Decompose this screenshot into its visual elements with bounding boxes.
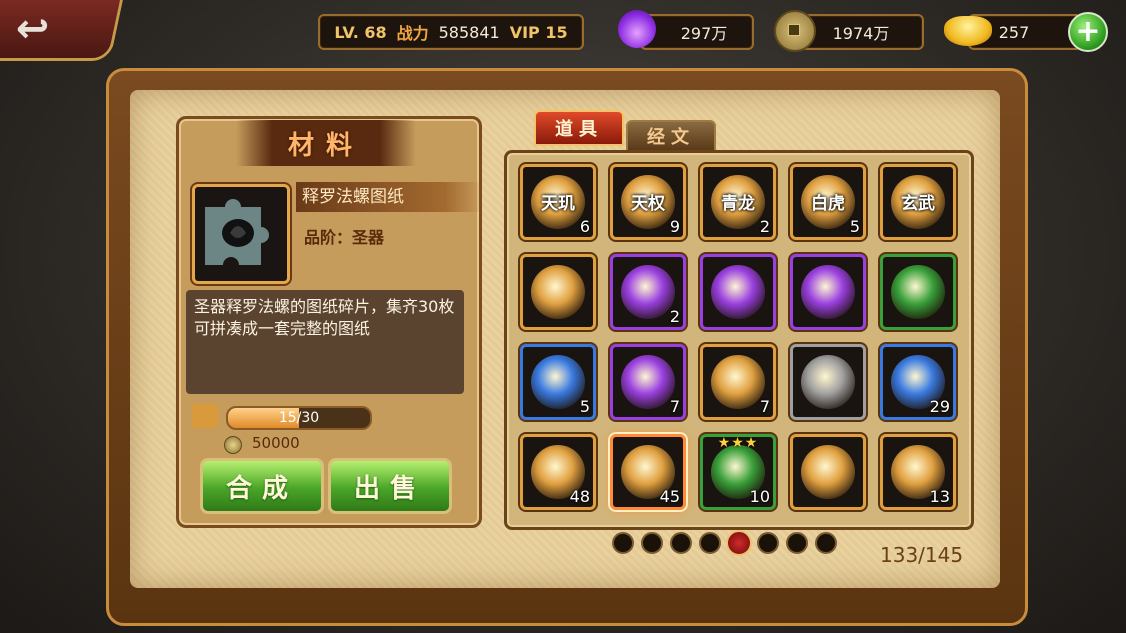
- inventory-slot[interactable]: 13: [880, 434, 956, 510]
- inventory-slot[interactable]: 天权 9: [610, 164, 686, 240]
- purple-lightning-gem-icon: [711, 265, 765, 319]
- page-dot[interactable]: [612, 532, 634, 554]
- compose-cost: 50000: [252, 434, 300, 452]
- item-count: 133/145: [880, 543, 964, 567]
- plus-icon: +: [1075, 14, 1101, 49]
- purple-orb-icon: [621, 355, 675, 409]
- puzzle-blade-icon: [801, 445, 855, 499]
- slot-label: 青龙: [721, 194, 755, 214]
- item-grade: 品阶：圣器: [304, 228, 385, 247]
- inventory-slot[interactable]: ★★★ 10: [700, 434, 776, 510]
- slot-count: 10: [749, 487, 770, 506]
- compose-button[interactable]: 合成: [200, 458, 324, 514]
- level-label: LV. 68: [334, 22, 387, 42]
- inventory-slot[interactable]: 29: [880, 344, 956, 420]
- back-arrow-icon: ↩: [15, 6, 50, 52]
- slot-count: 45: [659, 487, 680, 506]
- slot-label: 白虎: [811, 194, 845, 214]
- inventory-slot[interactable]: 玄武: [880, 164, 956, 240]
- inventory-slot[interactable]: [700, 254, 776, 330]
- inventory-slot[interactable]: 白虎 5: [790, 164, 866, 240]
- slot-label: 天玑: [541, 194, 575, 214]
- slot-count: 2: [669, 307, 680, 326]
- slot-count: 7: [759, 397, 770, 416]
- purple-diamond-gem-icon: [801, 265, 855, 319]
- green-orb-icon: [891, 265, 945, 319]
- inventory-slot[interactable]: 青龙 2: [700, 164, 776, 240]
- page-dot[interactable]: [757, 532, 779, 554]
- soul-value: 297万: [680, 24, 728, 43]
- inventory-slot[interactable]: [790, 254, 866, 330]
- inventory-slot[interactable]: [520, 254, 596, 330]
- inventory-slot[interactable]: 45: [610, 434, 686, 510]
- soul-flame-icon: [618, 10, 656, 48]
- soul-currency-box: 297万: [640, 14, 754, 50]
- panel-title: 材料: [236, 120, 416, 166]
- page-dot[interactable]: [726, 530, 752, 556]
- star-rune-icon: [531, 265, 585, 319]
- item-name: 释罗法螺图纸: [296, 182, 482, 212]
- star-rating: ★★★: [717, 435, 759, 451]
- slot-count: 7: [669, 397, 680, 416]
- slot-count: 13: [929, 487, 950, 506]
- coin-icon: [224, 436, 242, 454]
- gold-ingot-icon: [944, 16, 992, 46]
- page-dot[interactable]: [641, 532, 663, 554]
- puzzle-piece-icon: [192, 404, 218, 428]
- slot-count: 6: [579, 217, 590, 236]
- inventory-slot[interactable]: [880, 254, 956, 330]
- fire-orb-icon: [711, 355, 765, 409]
- slot-count: 5: [579, 397, 590, 416]
- puzzle-conch-icon: [205, 199, 269, 265]
- inventory-slot[interactable]: 2: [610, 254, 686, 330]
- inventory-slot[interactable]: 7: [700, 344, 776, 420]
- coin-value: 1974万: [832, 24, 890, 43]
- blue-orb-icon: [531, 355, 585, 409]
- inventory-slot[interactable]: 7: [610, 344, 686, 420]
- progress-text: 15/30: [278, 410, 320, 426]
- tab-scripts[interactable]: 经文: [626, 120, 716, 152]
- player-stats-bar: LV. 68 战力 585841 VIP 15: [318, 14, 584, 50]
- slot-label: 玄武: [901, 194, 935, 214]
- item-description: 圣器释罗法螺的图纸碎片，集齐30枚可拼凑成一套完整的图纸: [186, 290, 464, 394]
- page-dot[interactable]: [815, 532, 837, 554]
- dragon-orb-icon: [801, 355, 855, 409]
- slot-count: 29: [929, 397, 950, 416]
- copper-coin-icon: [774, 10, 816, 52]
- inventory-slot[interactable]: [790, 434, 866, 510]
- slot-count: 9: [669, 217, 680, 236]
- inventory-slot[interactable]: 5: [520, 344, 596, 420]
- coin-currency-box: 1974万: [798, 14, 924, 50]
- power-value: 585841: [438, 22, 500, 42]
- page-dot[interactable]: [786, 532, 808, 554]
- slot-count: 2: [759, 217, 770, 236]
- sell-button[interactable]: 出售: [328, 458, 452, 514]
- add-gold-button[interactable]: +: [1068, 12, 1108, 52]
- selected-item-icon: [192, 184, 290, 284]
- tab-items[interactable]: 道具: [534, 110, 624, 146]
- page-dot[interactable]: [699, 532, 721, 554]
- back-button[interactable]: ↩: [0, 0, 123, 61]
- gold-value: 257: [998, 22, 1030, 42]
- inventory-slot[interactable]: [790, 344, 866, 420]
- slot-label: 天权: [631, 194, 665, 214]
- vip-label: VIP 15: [509, 22, 568, 42]
- power-label: 战力: [396, 24, 429, 43]
- inventory-slot[interactable]: 天玑 6: [520, 164, 596, 240]
- page-dot[interactable]: [670, 532, 692, 554]
- slot-count: 5: [849, 217, 860, 236]
- purple-eye-gem-icon: [621, 265, 675, 319]
- inventory-slot[interactable]: 48: [520, 434, 596, 510]
- slot-count: 48: [569, 487, 590, 506]
